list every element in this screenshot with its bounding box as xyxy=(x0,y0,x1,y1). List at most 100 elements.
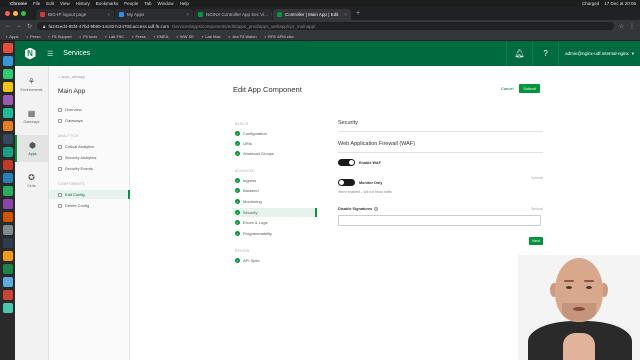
browser-tab[interactable]: NGINX Controller App Sec Vi...× xyxy=(194,9,272,20)
subnav-item-edit-config[interactable]: Edit Config xyxy=(49,190,130,199)
subnav-item-critical-analytics[interactable]: Critical Analytics xyxy=(58,142,130,151)
menu-edit[interactable]: Edit xyxy=(46,1,54,6)
submit-button[interactable]: Submit xyxy=(519,84,540,93)
bookmark-item[interactable]: Apps xyxy=(6,34,18,39)
monitor-only-label: Monitor Only xyxy=(359,181,383,185)
dock-app-icon[interactable] xyxy=(2,173,13,183)
info-icon[interactable]: ? xyxy=(374,207,379,211)
dock-app-icon[interactable] xyxy=(2,264,13,274)
dock-app-icon[interactable] xyxy=(2,225,13,235)
step-uris[interactable]: ✓ URIs xyxy=(233,139,317,148)
bookmark-item[interactable]: Jira F5 Watch xyxy=(229,34,257,39)
close-window-button[interactable] xyxy=(5,11,10,16)
nginx-logo[interactable]: N xyxy=(15,41,45,66)
dock-app-icon[interactable] xyxy=(2,121,13,131)
menu-icon[interactable]: ☰ xyxy=(47,50,53,58)
cancel-button[interactable]: Cancel xyxy=(501,86,513,91)
dock-app-icon[interactable] xyxy=(2,134,13,144)
bookmark-item[interactable]: Lab F5C xyxy=(105,34,124,39)
bookmark-star-icon[interactable]: ☆ xyxy=(619,23,624,30)
bookmark-item[interactable]: Perso xyxy=(27,34,40,39)
step-configuration[interactable]: ✓ Configuration xyxy=(233,129,317,138)
toggle-knob xyxy=(339,180,344,185)
breadcrumb[interactable]: ⌂ apps_webapp xyxy=(58,75,85,79)
step-backend[interactable]: ✓ Backend xyxy=(233,186,317,195)
new-tab-button[interactable]: + xyxy=(352,10,364,17)
forward-icon[interactable]: → xyxy=(16,23,22,29)
tab-close-icon[interactable]: × xyxy=(107,12,110,17)
enable-waf-toggle[interactable] xyxy=(338,159,355,166)
rail-item-environments[interactable]: ⚘ Environments xyxy=(15,71,48,98)
bookmark-item[interactable]: Lab Mac xyxy=(202,34,220,39)
step-api-spec[interactable]: ✓ API Spec xyxy=(233,256,317,265)
dock-app-icon[interactable] xyxy=(2,238,13,248)
bookmark-item[interactable]: F5 tools xyxy=(80,34,97,39)
bookmark-item[interactable]: F5 Support xyxy=(48,34,72,39)
dock-app-icon[interactable] xyxy=(2,147,13,157)
step-security[interactable]: ✓ Security xyxy=(233,208,317,217)
dock-app-icon[interactable] xyxy=(2,43,13,53)
rail-item-apps[interactable]: ⬢ Apps xyxy=(15,135,48,162)
step-label: Monitoring xyxy=(243,199,262,204)
rail-item-gateways[interactable]: ▦ Gateways xyxy=(15,103,48,130)
menu-bookmarks[interactable]: Bookmarks xyxy=(96,1,119,6)
bookmark-item[interactable]: EMEA xyxy=(154,34,168,39)
extensions-icon[interactable]: ⋮ xyxy=(629,23,635,30)
minimize-window-button[interactable] xyxy=(13,11,18,16)
address-bar[interactable]: 🔒︎ fa241ed4-85f4-47bd-9b90-14c827c2470d.… xyxy=(37,22,614,30)
bookmark-item[interactable]: Press xyxy=(132,34,145,39)
subnav-item-security-events[interactable]: Security Events xyxy=(58,164,130,173)
subnav-item-gateways[interactable]: Gateways xyxy=(58,116,130,125)
step-errors-logs[interactable]: ✓ Errors & Logs xyxy=(233,218,317,227)
menu-file[interactable]: File xyxy=(33,1,40,6)
menu-tab[interactable]: Tab xyxy=(144,1,151,6)
dock-app-icon[interactable] xyxy=(2,108,13,118)
rail-item-certs[interactable]: ✪ Certs xyxy=(15,167,48,194)
menu-help[interactable]: Help xyxy=(180,1,189,6)
back-icon[interactable]: ← xyxy=(5,23,11,29)
subnav-item-delete-config[interactable]: Delete Config xyxy=(58,201,130,210)
help-icon[interactable]: ? xyxy=(532,41,558,66)
reload-icon[interactable]: ↻ xyxy=(27,23,32,30)
menu-people[interactable]: People xyxy=(124,1,138,6)
dock-app-icon[interactable] xyxy=(2,186,13,196)
menu-app-name[interactable]: Chrome xyxy=(10,1,27,6)
enable-waf-label: Enable WAF xyxy=(359,161,381,165)
next-button[interactable]: Next xyxy=(529,237,543,245)
step-monitoring[interactable]: ✓ Monitoring xyxy=(233,197,317,206)
menu-window[interactable]: Window xyxy=(158,1,174,6)
tab-close-icon[interactable]: × xyxy=(271,12,272,17)
menu-history[interactable]: History xyxy=(76,1,90,6)
step-ingress[interactable]: ✓ Ingress xyxy=(233,176,317,185)
dock-app-icon[interactable] xyxy=(2,277,13,287)
subnav-item-overview[interactable]: Overview xyxy=(58,105,130,114)
user-menu[interactable]: admin@nginx-udf.internal-nginx ▾ xyxy=(558,41,640,66)
overview-icon xyxy=(58,107,62,112)
browser-tab-active[interactable]: Controller | Main App | Edit × xyxy=(273,9,351,20)
dock-app-icon[interactable] xyxy=(2,251,13,261)
bookmark-item[interactable]: RFE APM.xlsx xyxy=(265,34,294,39)
zoom-window-button[interactable] xyxy=(21,11,26,16)
step-programmability[interactable]: ✓ Programmability xyxy=(233,229,317,238)
tab-close-icon[interactable]: × xyxy=(344,12,347,17)
step-workload-groups[interactable]: ✓ Workload Groups xyxy=(233,149,317,158)
monitor-only-toggle[interactable] xyxy=(338,179,355,186)
dock-app-icon[interactable] xyxy=(2,160,13,170)
disable-signatures-input[interactable] xyxy=(338,215,541,226)
browser-tab[interactable]: BIG-IP logout page × xyxy=(36,9,114,20)
dock-app-icon[interactable] xyxy=(2,303,13,313)
dock-app-icon[interactable] xyxy=(2,95,13,105)
dock-app-icon[interactable] xyxy=(2,56,13,66)
tab-close-icon[interactable]: × xyxy=(186,12,189,17)
dock-app-icon[interactable] xyxy=(2,212,13,222)
bookmark-item[interactable]: WW SE xyxy=(176,34,194,39)
dock-app-icon[interactable] xyxy=(2,290,13,300)
browser-tab[interactable]: My Apps × xyxy=(115,9,193,20)
dock-app-icon[interactable] xyxy=(2,199,13,209)
notifications-bell-icon[interactable]: 🔔︎ xyxy=(506,41,532,66)
subnav-item-label: Security Events xyxy=(65,166,93,171)
dock-app-icon[interactable] xyxy=(2,69,13,79)
subnav-item-security-analytics[interactable]: Security Analytics xyxy=(58,153,130,162)
dock-app-icon[interactable] xyxy=(2,82,13,92)
menu-view[interactable]: View xyxy=(60,1,70,6)
